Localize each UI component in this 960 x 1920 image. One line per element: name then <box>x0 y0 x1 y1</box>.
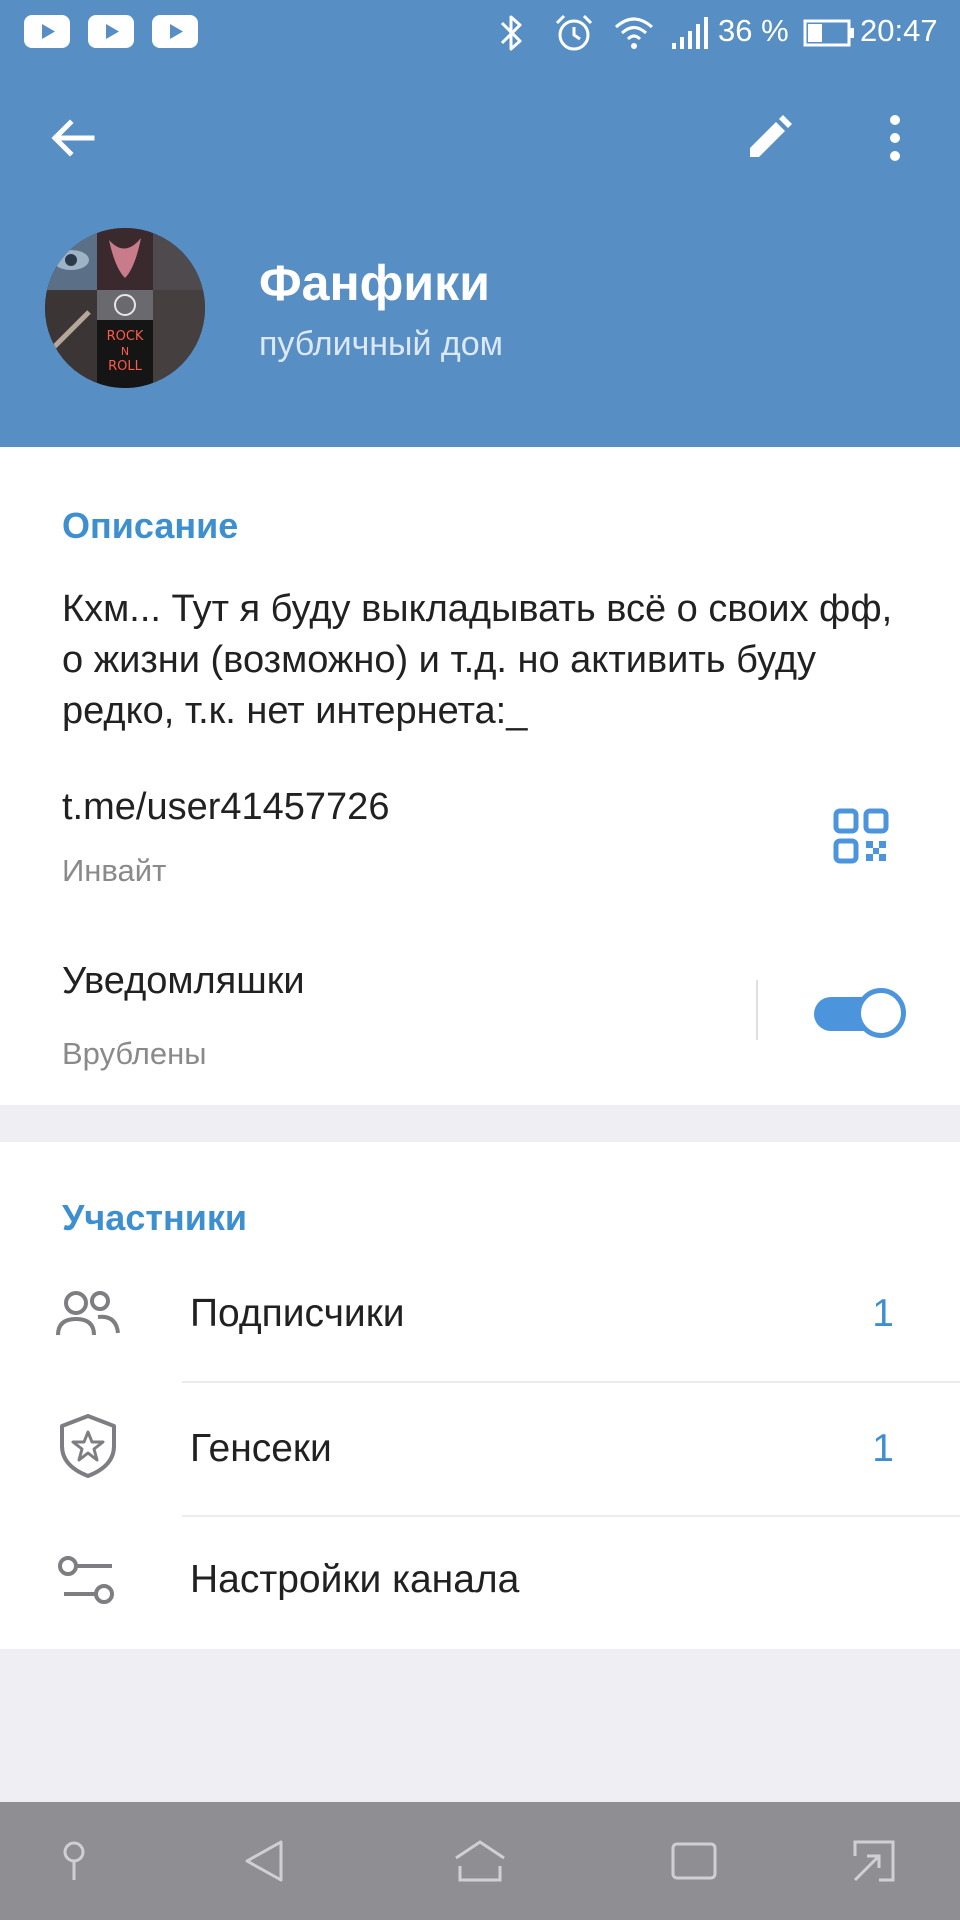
subscribers-label: Подписчики <box>190 1292 405 1335</box>
avatar-collage-image: ROCK N ROLL <box>45 228 205 388</box>
nav-home-icon <box>455 1840 505 1882</box>
screen-resize-button[interactable] <box>814 1802 934 1920</box>
notifications-label: Уведомляшки <box>62 960 305 1002</box>
toggle-knob <box>856 988 906 1038</box>
subscribers-row[interactable]: Подписчики 1 <box>0 1247 960 1381</box>
channel-description: Кхм... Тут я буду выкладывать всё о свои… <box>62 588 893 732</box>
shield-star-icon <box>60 1414 116 1478</box>
more-vertical-icon <box>890 115 900 161</box>
clock: 20:47 <box>860 13 938 48</box>
wifi-icon <box>615 17 653 49</box>
subscribers-count: 1 <box>872 1292 894 1335</box>
qr-code-icon[interactable] <box>833 808 889 864</box>
channel-link-row[interactable]: t.me/user41457726 Инвайт <box>0 770 960 900</box>
avatar-text-n: N <box>121 345 129 358</box>
arrow-left-icon <box>51 119 95 157</box>
nav-back-icon <box>245 1840 283 1882</box>
bluetooth-icon <box>500 15 522 51</box>
status-bar: 36 % 20:47 <box>0 0 960 66</box>
back-button[interactable] <box>28 93 118 183</box>
battery-percentage: 36 % <box>718 13 789 48</box>
youtube-notification-icon <box>152 15 198 48</box>
system-navigation-bar <box>0 1802 960 1920</box>
admins-row[interactable]: Генсеки 1 <box>0 1382 960 1516</box>
channel-link[interactable]: t.me/user41457726 <box>62 786 389 829</box>
channel-title: Фанфики <box>259 255 490 311</box>
nav-back-button[interactable] <box>206 1802 326 1920</box>
channel-settings-label: Настройки канала <box>190 1558 520 1601</box>
channel-avatar[interactable]: ROCK N ROLL <box>45 228 205 388</box>
pin-button[interactable] <box>14 1802 134 1920</box>
nav-home-button[interactable] <box>420 1802 540 1920</box>
channel-settings-row[interactable]: Настройки канала <box>0 1516 960 1650</box>
members-section-title: Участники <box>62 1197 247 1238</box>
vertical-divider <box>756 980 758 1040</box>
sliders-icon <box>58 1556 114 1604</box>
pencil-icon <box>750 115 792 157</box>
admins-count: 1 <box>872 1427 894 1470</box>
description-section-title: Описание <box>62 505 239 546</box>
channel-header: 36 % 20:47 ROCK N ROLL Фанфики публичный… <box>0 0 960 447</box>
channel-link-caption: Инвайт <box>62 853 167 888</box>
notifications-status: Врублены <box>62 1036 207 1071</box>
alarm-icon <box>555 14 593 51</box>
signal-icon <box>672 17 708 49</box>
notifications-toggle[interactable] <box>812 988 906 1038</box>
more-options-button[interactable] <box>850 93 940 183</box>
youtube-notification-icon <box>24 15 70 48</box>
screen: 36 % 20:47 ROCK N ROLL Фанфики публичный… <box>0 0 960 1920</box>
resize-icon <box>853 1840 895 1882</box>
channel-subtitle: публичный дом <box>259 325 504 363</box>
admins-label: Генсеки <box>190 1427 332 1470</box>
nav-recents-button[interactable] <box>634 1802 754 1920</box>
battery-icon <box>803 19 854 47</box>
avatar-text-rock: ROCK <box>107 329 144 344</box>
users-icon <box>56 1291 120 1336</box>
nav-recents-icon <box>671 1842 717 1880</box>
youtube-notification-icon <box>88 15 134 48</box>
pin-icon <box>63 1841 85 1880</box>
edit-button[interactable] <box>724 93 814 183</box>
avatar-text-roll: ROLL <box>108 359 143 374</box>
